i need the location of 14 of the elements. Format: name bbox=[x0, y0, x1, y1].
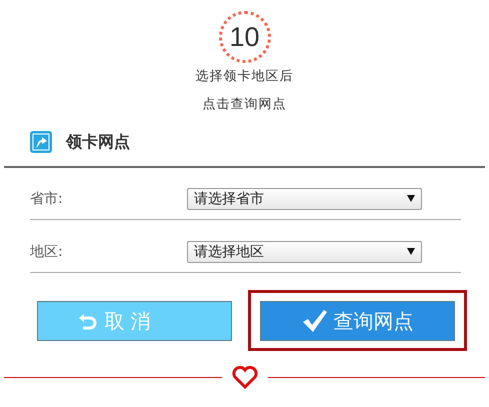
caret-icon bbox=[407, 248, 415, 255]
heart-icon bbox=[232, 365, 258, 389]
check-icon bbox=[302, 309, 328, 333]
arrow-icon bbox=[30, 131, 52, 153]
dropdown[interactable]: 请选择地区 bbox=[187, 240, 422, 262]
dropdown[interactable]: 请选择省市 bbox=[187, 188, 422, 210]
caret-icon bbox=[407, 195, 415, 202]
section-title: 领卡网点 bbox=[66, 132, 130, 152]
field-label: 地区: bbox=[30, 242, 64, 260]
undo-icon bbox=[78, 311, 98, 331]
caption-text: 点击查询网点 bbox=[202, 96, 286, 114]
field-label: 省市: bbox=[30, 190, 64, 208]
step-number: 10 bbox=[218, 11, 270, 63]
caption-text: 选择领卡地区后 bbox=[196, 68, 294, 86]
